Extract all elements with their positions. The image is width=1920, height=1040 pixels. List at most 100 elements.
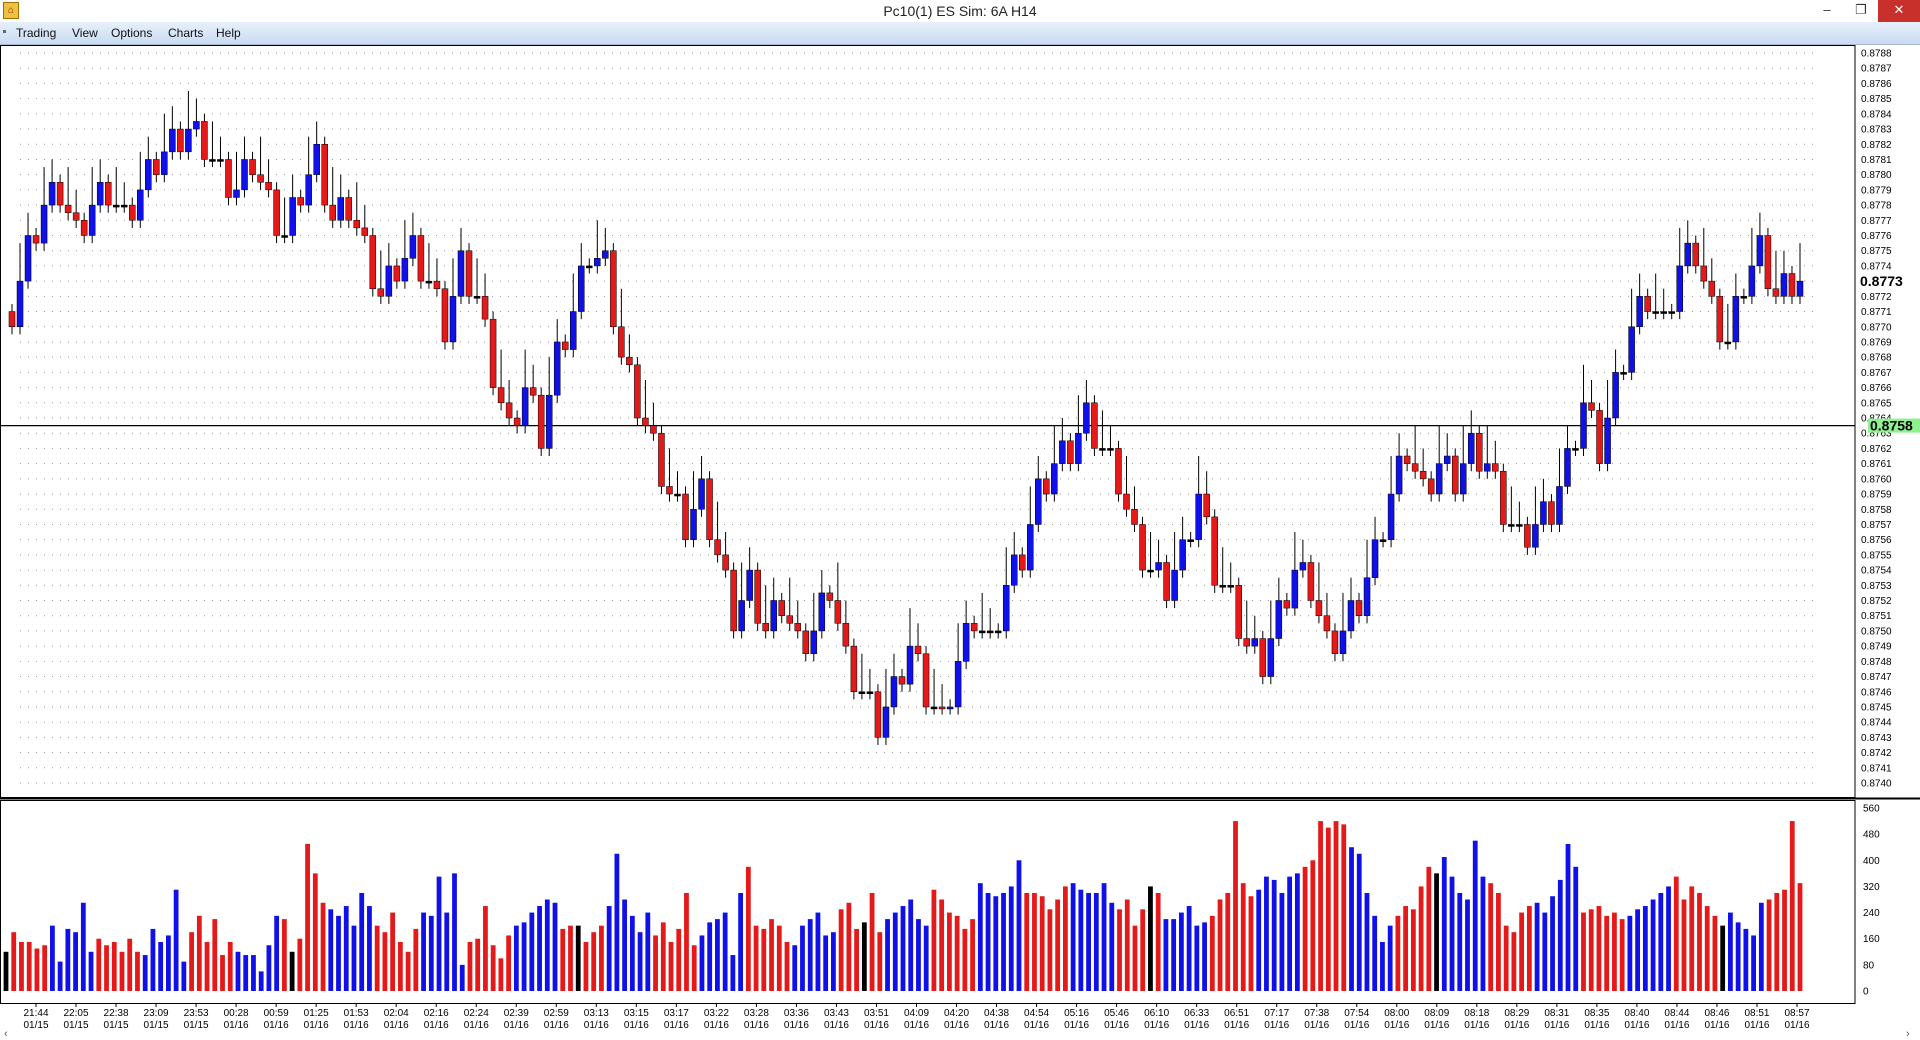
candle[interactable]: [1195, 493, 1202, 540]
volume-bar[interactable]: [815, 912, 821, 991]
candle[interactable]: [922, 653, 930, 708]
volume-bar[interactable]: [614, 853, 620, 991]
volume-bar[interactable]: [1526, 906, 1532, 991]
candle[interactable]: [1492, 463, 1499, 472]
volume-bar[interactable]: [367, 906, 372, 991]
volume-bar[interactable]: [104, 945, 109, 991]
volume-bar[interactable]: [343, 906, 349, 991]
volume-bar[interactable]: [1233, 821, 1238, 991]
candle[interactable]: [1524, 524, 1531, 548]
volume-bar[interactable]: [1171, 919, 1177, 991]
volume-bar[interactable]: [382, 932, 388, 991]
candle[interactable]: [161, 151, 168, 175]
volume-bar[interactable]: [1225, 892, 1231, 991]
volume-bar[interactable]: [1039, 896, 1045, 991]
volume-bar[interactable]: [1140, 909, 1146, 991]
volume-bar[interactable]: [336, 915, 341, 991]
candle[interactable]: [1235, 585, 1243, 639]
candle[interactable]: [1059, 440, 1066, 464]
volume-bar[interactable]: [1449, 876, 1455, 991]
volume-bar[interactable]: [11, 932, 17, 991]
volume-bar[interactable]: [916, 919, 921, 991]
candle[interactable]: [1010, 554, 1018, 586]
candle[interactable]: [1604, 417, 1611, 464]
volume-bar[interactable]: [1001, 892, 1006, 991]
volume-bar[interactable]: [660, 922, 666, 991]
volume-bar[interactable]: [1271, 879, 1277, 991]
candle[interactable]: [906, 645, 914, 685]
volume-bar[interactable]: [405, 951, 411, 991]
volume-bar[interactable]: [537, 906, 542, 991]
candle[interactable]: [233, 189, 240, 198]
volume-bar[interactable]: [1008, 886, 1014, 991]
volume-bar[interactable]: [1658, 892, 1664, 991]
volume-bar[interactable]: [506, 935, 512, 991]
volume-bar[interactable]: [1457, 892, 1463, 991]
candle[interactable]: [650, 425, 657, 434]
volume-bar[interactable]: [637, 932, 643, 991]
volume-bar[interactable]: [1758, 902, 1764, 991]
volume-bar[interactable]: [80, 902, 86, 991]
volume-bar[interactable]: [1488, 883, 1494, 991]
menu-view[interactable]: View: [72, 26, 98, 40]
volume-bar[interactable]: [1588, 909, 1594, 991]
candle[interactable]: [513, 417, 521, 426]
volume-bar[interactable]: [490, 945, 496, 991]
volume-bar[interactable]: [251, 955, 256, 991]
candle[interactable]: [393, 265, 401, 282]
volume-bar[interactable]: [1751, 935, 1757, 991]
volume-bar[interactable]: [653, 935, 658, 991]
candle[interactable]: [96, 182, 104, 206]
candle[interactable]: [914, 645, 922, 654]
candle[interactable]: [946, 706, 954, 710]
candle[interactable]: [1107, 448, 1114, 451]
candle[interactable]: [521, 387, 529, 426]
candle[interactable]: [618, 326, 625, 358]
candle[interactable]: [104, 182, 112, 206]
candle[interactable]: [730, 569, 737, 632]
volume-bar[interactable]: [19, 941, 24, 991]
candle[interactable]: [537, 394, 545, 449]
candle[interactable]: [1419, 470, 1427, 480]
candle[interactable]: [313, 144, 320, 175]
candle[interactable]: [249, 159, 256, 175]
volume-bar[interactable]: [119, 951, 125, 991]
candle[interactable]: [1660, 311, 1667, 314]
candle[interactable]: [978, 630, 986, 634]
volume-bar[interactable]: [1573, 866, 1579, 991]
volume-bar[interactable]: [722, 912, 728, 991]
volume-bar[interactable]: [57, 961, 63, 991]
volume-bar[interactable]: [1148, 886, 1153, 991]
volume-bar[interactable]: [165, 935, 171, 991]
volume-bar[interactable]: [1109, 902, 1115, 991]
volume-bar[interactable]: [1155, 892, 1161, 991]
candle[interactable]: [1468, 432, 1475, 464]
candle[interactable]: [1275, 600, 1283, 639]
volume-bar[interactable]: [498, 958, 504, 991]
volume-bar[interactable]: [1318, 821, 1323, 991]
volume-bar[interactable]: [390, 912, 396, 991]
volume-bar[interactable]: [359, 892, 365, 991]
volume-bar[interactable]: [629, 915, 635, 991]
candle[interactable]: [1612, 372, 1619, 419]
candle[interactable]: [129, 204, 136, 221]
volume-bar[interactable]: [962, 928, 968, 991]
candle[interactable]: [1187, 539, 1194, 542]
volume-bar[interactable]: [1032, 892, 1037, 991]
candle[interactable]: [529, 387, 537, 396]
volume-bar[interactable]: [1550, 896, 1555, 991]
candle[interactable]: [1395, 455, 1403, 495]
candle[interactable]: [1756, 235, 1764, 267]
volume-bar[interactable]: [1704, 906, 1710, 991]
volume-bar[interactable]: [26, 941, 32, 991]
candle[interactable]: [265, 182, 272, 191]
volume-bar[interactable]: [266, 945, 272, 991]
volume-bar[interactable]: [49, 925, 55, 991]
candle[interactable]: [1115, 448, 1122, 495]
volume-bar[interactable]: [1681, 899, 1687, 992]
volume-bar[interactable]: [1728, 912, 1733, 991]
candle[interactable]: [441, 288, 449, 343]
volume-bar[interactable]: [583, 941, 589, 991]
volume-bar[interactable]: [1178, 912, 1184, 991]
volume-bar[interactable]: [1465, 899, 1470, 992]
